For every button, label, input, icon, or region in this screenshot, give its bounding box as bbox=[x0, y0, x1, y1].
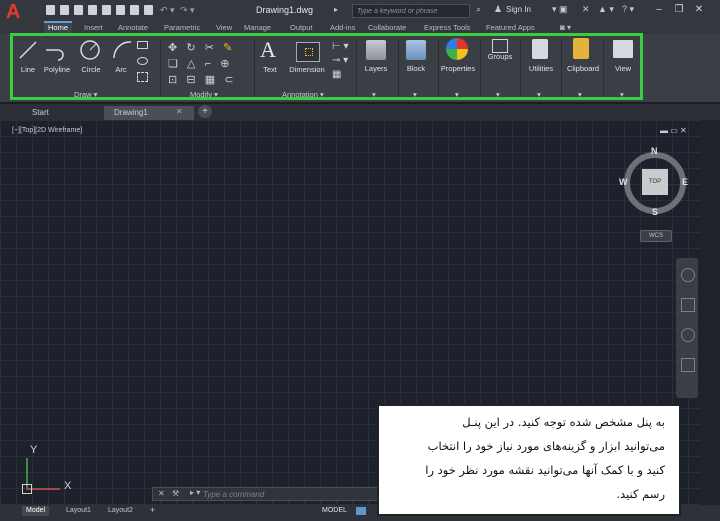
note-line: رسم کنید. bbox=[616, 487, 665, 501]
save-icon[interactable] bbox=[74, 5, 83, 15]
minimize-icon[interactable]: – bbox=[652, 3, 666, 17]
search-icon[interactable]: ⌕ bbox=[476, 4, 481, 15]
command-close-icon[interactable]: ✕ bbox=[158, 489, 165, 498]
tab-output[interactable]: Output bbox=[290, 23, 313, 33]
note-line: می‌توانید ابزار و گزینه‌های مورد نیاز خو… bbox=[427, 439, 665, 453]
new-file-icon[interactable] bbox=[46, 5, 55, 15]
search-input[interactable]: Type a keyword or phrase bbox=[352, 4, 470, 18]
navigation-bar[interactable] bbox=[676, 258, 698, 398]
command-input[interactable]: Type a command bbox=[152, 487, 378, 501]
ribbon-highlight-frame bbox=[10, 33, 643, 100]
app-logo[interactable]: A bbox=[6, 2, 32, 22]
compass-north[interactable]: N bbox=[651, 146, 658, 156]
cart-icon[interactable]: ▾ ▣ bbox=[552, 4, 568, 15]
compass-east[interactable]: E bbox=[682, 177, 688, 187]
account-icon[interactable]: ▲ ▾ bbox=[598, 4, 614, 15]
document-title: Drawing1.dwg bbox=[256, 5, 314, 15]
ucs-x-label: X bbox=[64, 480, 72, 492]
right-panel-edge bbox=[700, 120, 720, 513]
exchange-icon[interactable]: ✕ bbox=[582, 4, 590, 15]
add-layout-icon[interactable]: + bbox=[150, 505, 155, 515]
model-space-toggle[interactable]: MODEL bbox=[318, 506, 351, 516]
pan-icon[interactable] bbox=[681, 298, 695, 312]
tab-annotate[interactable]: Annotate bbox=[118, 23, 148, 33]
viewport-controls-label[interactable]: [−][Top][2D Wireframe] bbox=[12, 127, 82, 134]
zoom-icon[interactable] bbox=[681, 328, 695, 342]
tab-collaborate[interactable]: Collaborate bbox=[368, 23, 406, 33]
sign-in-link[interactable]: Sign In bbox=[506, 5, 531, 14]
note-line: کنید و با کمک آنها می‌توانید نقشه مورد ن… bbox=[425, 463, 665, 477]
close-icon[interactable]: ✕ bbox=[692, 3, 706, 17]
share-icon[interactable] bbox=[116, 5, 125, 15]
grid-toggle-icon[interactable] bbox=[356, 507, 366, 515]
cloud-icon[interactable] bbox=[102, 5, 111, 15]
tab-insert[interactable]: Insert bbox=[84, 23, 103, 33]
restore-icon[interactable]: ❐ bbox=[672, 3, 686, 17]
layout-tab-model[interactable]: Model bbox=[22, 506, 50, 516]
file-tab-start[interactable]: Start bbox=[22, 106, 59, 120]
save-as-icon[interactable] bbox=[88, 5, 97, 15]
viewcube-top-face[interactable]: TOP bbox=[642, 169, 668, 195]
steering-wheel-icon[interactable] bbox=[681, 268, 695, 282]
ucs-origin bbox=[22, 484, 32, 494]
viewport-window-controls[interactable]: ▬ ▭ ✕ bbox=[660, 126, 687, 135]
user-icon[interactable]: ♟ bbox=[494, 4, 502, 15]
new-tab-icon[interactable]: + bbox=[198, 105, 212, 118]
close-tab-icon[interactable]: ✕ bbox=[176, 107, 183, 116]
open-file-icon[interactable] bbox=[60, 5, 69, 15]
layout-tab-layout1[interactable]: Layout1 bbox=[62, 506, 95, 516]
ribbon-options-icon[interactable]: ◙ ▾ bbox=[560, 23, 571, 32]
plot-icon[interactable] bbox=[144, 5, 153, 15]
instruction-note: به پنل مشخص شده توجه کنید. در این پنـل م… bbox=[377, 404, 681, 516]
undo-icon[interactable]: ↶ ▾ bbox=[160, 5, 175, 16]
chevron-right-icon[interactable]: ▸ bbox=[334, 5, 338, 14]
tab-view[interactable]: View bbox=[216, 23, 232, 33]
wcs-menu[interactable]: WCS bbox=[640, 230, 672, 242]
ucs-y-label: Y bbox=[30, 444, 38, 456]
tab-express-tools[interactable]: Express Tools bbox=[424, 23, 471, 33]
tab-add-ins[interactable]: Add-ins bbox=[330, 23, 355, 33]
command-prompt-icon[interactable]: ▸ ▾ bbox=[190, 488, 200, 497]
layout-tab-layout2[interactable]: Layout2 bbox=[104, 506, 137, 516]
print-icon[interactable] bbox=[130, 5, 139, 15]
compass-west[interactable]: W bbox=[619, 177, 628, 187]
tab-manage[interactable]: Manage bbox=[244, 23, 271, 33]
orbit-icon[interactable] bbox=[681, 358, 695, 372]
help-icon[interactable]: ? ▾ bbox=[622, 4, 634, 15]
tab-parametric[interactable]: Parametric bbox=[164, 23, 200, 33]
compass-south[interactable]: S bbox=[652, 207, 658, 217]
tab-home[interactable]: Home bbox=[44, 21, 73, 33]
wrench-icon[interactable]: ⚒ bbox=[172, 489, 179, 498]
tab-featured-apps[interactable]: Featured Apps bbox=[486, 23, 535, 33]
note-line: به پنل مشخص شده توجه کنید. در این پنـل bbox=[462, 415, 665, 429]
redo-icon[interactable]: ↷ ▾ bbox=[180, 5, 195, 16]
